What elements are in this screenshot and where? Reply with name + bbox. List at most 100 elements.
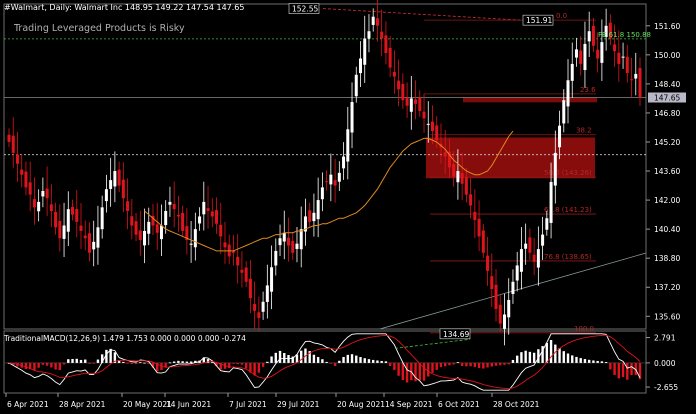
macd-histogram-bar xyxy=(443,362,447,367)
macd-histogram-bar xyxy=(45,362,49,366)
candle-body xyxy=(32,199,36,208)
macd-histogram-bar xyxy=(545,342,549,363)
macd-histogram-bar xyxy=(422,362,426,381)
macd-histogram-bar xyxy=(532,352,536,363)
candle-body xyxy=(325,181,329,183)
macd-histogram-bar xyxy=(181,361,184,363)
candle-body xyxy=(219,224,223,237)
macd-histogram-bar xyxy=(473,362,477,367)
macd-histogram-bar xyxy=(384,361,388,363)
candle-body xyxy=(422,111,426,119)
macd-histogram-bar xyxy=(372,359,375,363)
macd-histogram-bar xyxy=(613,362,616,375)
candle-body xyxy=(54,211,58,228)
candle-body xyxy=(469,194,473,206)
macd-histogram-bar xyxy=(177,360,180,363)
candle-body xyxy=(464,177,468,195)
candle-body xyxy=(528,237,532,253)
candle-body xyxy=(358,58,362,74)
macd-histogram-bar xyxy=(465,362,468,367)
candle-body xyxy=(392,71,396,77)
macd-histogram-bar xyxy=(338,360,341,363)
candle-body xyxy=(100,207,104,230)
macd-histogram-bar xyxy=(232,362,235,364)
price-tick-label: 148.40 xyxy=(654,80,680,89)
macd-histogram-bar xyxy=(393,362,396,370)
candle-body xyxy=(490,276,494,290)
macd-histogram-bar xyxy=(600,361,604,363)
candle-body xyxy=(617,52,621,64)
macd-histogram-bar xyxy=(126,362,129,364)
candle-body xyxy=(28,182,32,195)
macd-histogram-bar xyxy=(342,356,345,363)
macd-histogram-bar xyxy=(520,352,523,363)
candle-body xyxy=(49,204,53,211)
candle-body xyxy=(574,49,578,58)
macd-tick-label: 0.000 xyxy=(654,359,676,368)
candle-body xyxy=(193,229,197,248)
macd-histogram-bar xyxy=(503,362,506,365)
candle-body xyxy=(7,134,11,142)
macd-histogram-bar xyxy=(439,362,443,368)
macd-histogram-bar xyxy=(452,362,455,365)
candle-body xyxy=(210,211,214,217)
macd-histogram-bar xyxy=(477,362,481,369)
candle-body xyxy=(176,214,180,217)
macd-histogram-bar xyxy=(490,362,493,367)
candle-body xyxy=(583,43,587,71)
macd-histogram-bar xyxy=(367,359,371,363)
price-tick-label: 146.80 xyxy=(654,109,680,118)
macd-histogram-bar xyxy=(244,362,248,369)
candle-body xyxy=(405,97,409,106)
candle-body xyxy=(295,243,299,249)
candle-body xyxy=(388,47,392,68)
candle-body xyxy=(41,191,45,197)
macd-histogram-bar xyxy=(626,362,629,380)
candle-body xyxy=(117,169,121,186)
candle-body xyxy=(481,230,485,253)
macd-histogram-bar xyxy=(528,351,532,363)
macd-histogram-bar xyxy=(418,362,421,381)
candle-body xyxy=(430,121,434,132)
macd-histogram-bar xyxy=(401,362,405,381)
macd-histogram-bar xyxy=(312,354,316,363)
candle-body xyxy=(172,203,176,210)
candle-body xyxy=(494,284,498,310)
macd-histogram-bar xyxy=(143,362,146,364)
candle-body xyxy=(380,31,384,39)
symbol-header: #Walmart, Daily: Walmart Inc 148.95 149.… xyxy=(4,3,245,12)
candle-body xyxy=(316,200,320,220)
macd-histogram-bar xyxy=(300,350,303,363)
macd-indicator-label: TraditionalMACD(12,26,9) 1.479 1.753 0.0… xyxy=(4,334,246,343)
candle-body xyxy=(613,44,617,52)
candle-body xyxy=(312,212,316,222)
support-band xyxy=(463,97,597,103)
candle-body xyxy=(566,80,570,107)
macd-histogram-bar xyxy=(376,360,379,363)
macd-histogram-bar xyxy=(41,362,45,365)
candle-body xyxy=(435,125,439,141)
candle-body xyxy=(549,181,553,223)
macd-histogram-bar xyxy=(316,357,320,363)
candle-body xyxy=(278,238,282,246)
candle-body xyxy=(456,171,460,183)
macd-histogram-bar xyxy=(189,361,193,363)
macd-histogram-bar xyxy=(511,359,515,363)
time-label: 20 May 2021 xyxy=(123,400,172,409)
macd-histogram-bar xyxy=(427,362,430,377)
macd-histogram-bar xyxy=(482,362,485,369)
macd-histogram-bar xyxy=(185,361,189,363)
macd-histogram-bar xyxy=(630,362,633,376)
macd-histogram-bar xyxy=(346,354,349,363)
low-price-label: 134.69 xyxy=(443,330,469,339)
candle-body xyxy=(24,171,28,188)
price-chart[interactable]: 0.023.638.250.0 (143.26)61.8 (141.23)76.… xyxy=(0,0,696,414)
macd-histogram-bar xyxy=(431,362,434,373)
candle-body xyxy=(524,243,528,249)
candle-body xyxy=(553,152,557,186)
candle-body xyxy=(625,56,629,73)
macd-histogram-bar xyxy=(134,362,138,365)
macd-histogram-bar xyxy=(261,362,265,367)
candle-body xyxy=(87,233,91,253)
chart-window[interactable]: 0.0 23.6 38.2 50.0 (143.26) 61.8 (141.23) 76.… xyxy=(0,0,696,414)
